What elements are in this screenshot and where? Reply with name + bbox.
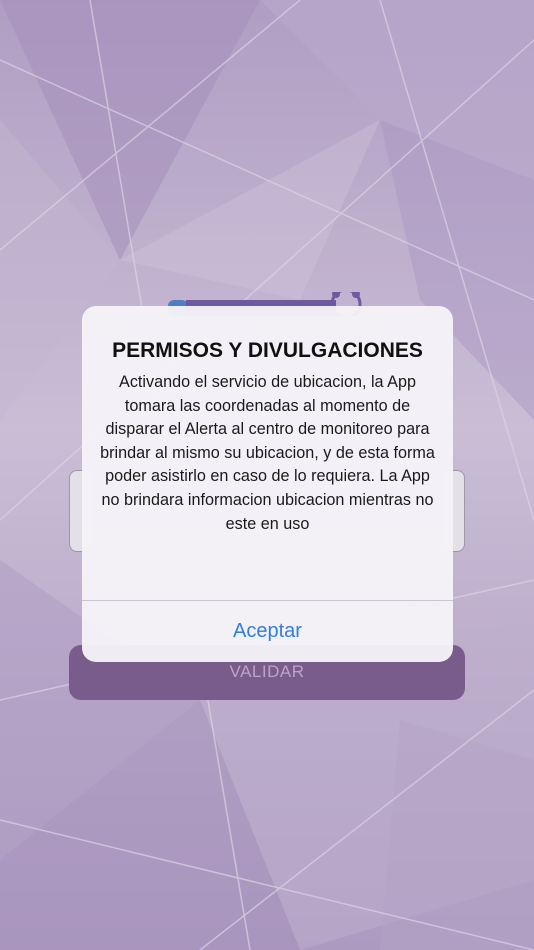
alert-message: Activando el servicio de ubicacion, la A… xyxy=(100,373,435,533)
permissions-alert-dialog: PERMISOS Y DIVULGACIONES Activando el se… xyxy=(82,306,453,662)
accept-button[interactable]: Aceptar xyxy=(82,601,453,662)
validate-button-label: VALIDAR xyxy=(229,662,305,681)
alert-title: PERMISOS Y DIVULGACIONES xyxy=(112,339,423,362)
